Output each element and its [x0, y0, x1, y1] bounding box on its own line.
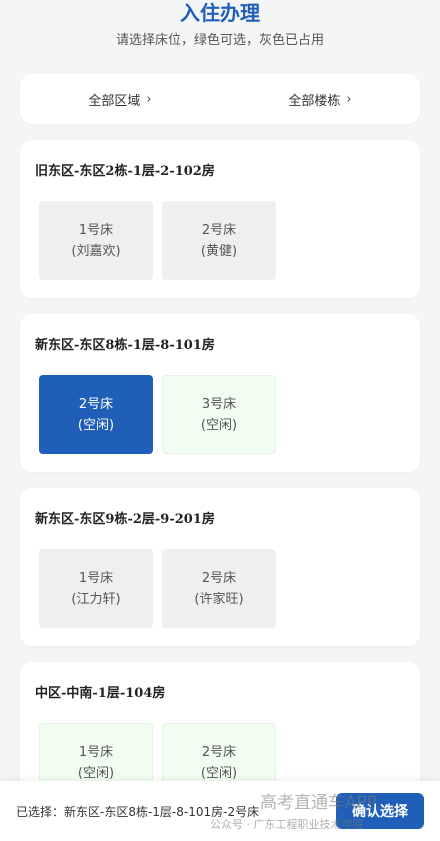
- building-filter-label: 全部楼栋: [288, 93, 341, 109]
- bed-button: 2号床 (许家旺): [162, 549, 276, 628]
- bed-name: 1号床: [78, 744, 114, 760]
- chevron-right-icon: ›: [346, 91, 352, 107]
- bed-status: (空闲): [200, 417, 238, 433]
- room-card: 旧东区-东区2栋-1层-2-102房 1号床 (刘嘉欢) 2号床 (黄健): [20, 140, 420, 298]
- bed-status: (空闲): [77, 417, 115, 433]
- room-card: 新东区-东区8栋-1层-8-101房 2号床 (空闲) 3号床 (空闲): [20, 314, 420, 472]
- room-title: 中区-中南-1层-104房: [35, 686, 166, 701]
- bed-status: (黄健): [200, 243, 238, 259]
- room-title: 新东区-东区8栋-1层-8-101房: [35, 338, 215, 353]
- watermark-account: 公众号 · 广东工程职业技术学院: [210, 818, 364, 831]
- chevron-right-icon: ›: [146, 91, 152, 107]
- page-subtitle: 请选择床位，绿色可选，灰色已占用: [115, 33, 324, 48]
- bed-button[interactable]: 2号床 (空闲): [39, 375, 153, 454]
- bed-status: (许家旺): [194, 591, 244, 607]
- bed-name: 2号床: [201, 570, 237, 586]
- area-filter[interactable]: 全部区域 ›: [88, 90, 151, 109]
- bed-name: 2号床: [201, 222, 237, 238]
- watermark-app: 高考直通车APP: [260, 793, 378, 813]
- bed-name: 1号床: [78, 570, 114, 586]
- bed-button: 1号床 (江力轩): [39, 549, 153, 628]
- bed-status: (江力轩): [71, 591, 121, 607]
- bed-name: 3号床: [201, 396, 237, 412]
- page-title: 入住办理: [180, 1, 260, 25]
- bed-button: 2号床 (黄健): [162, 201, 276, 280]
- room-title: 新东区-东区9栋-2层-9-201房: [35, 512, 215, 527]
- filter-bar: 全部区域 › 全部楼栋 ›: [20, 74, 420, 124]
- bed-button[interactable]: 3号床 (空闲): [162, 375, 276, 454]
- area-filter-label: 全部区域: [88, 93, 141, 109]
- bed-name: 2号床: [201, 744, 237, 760]
- bed-name: 1号床: [78, 222, 114, 238]
- room-title: 旧东区-东区2栋-1层-2-102房: [35, 164, 215, 179]
- bed-button: 1号床 (刘嘉欢): [39, 201, 153, 280]
- page-header: 入住办理 请选择床位，绿色可选，灰色已占用: [0, 0, 440, 50]
- bed-status: (刘嘉欢): [71, 243, 121, 259]
- bed-name: 2号床: [78, 396, 114, 412]
- room-card: 新东区-东区9栋-2层-9-201房 1号床 (江力轩) 2号床 (许家旺): [20, 488, 420, 646]
- building-filter[interactable]: 全部楼栋 ›: [288, 90, 351, 109]
